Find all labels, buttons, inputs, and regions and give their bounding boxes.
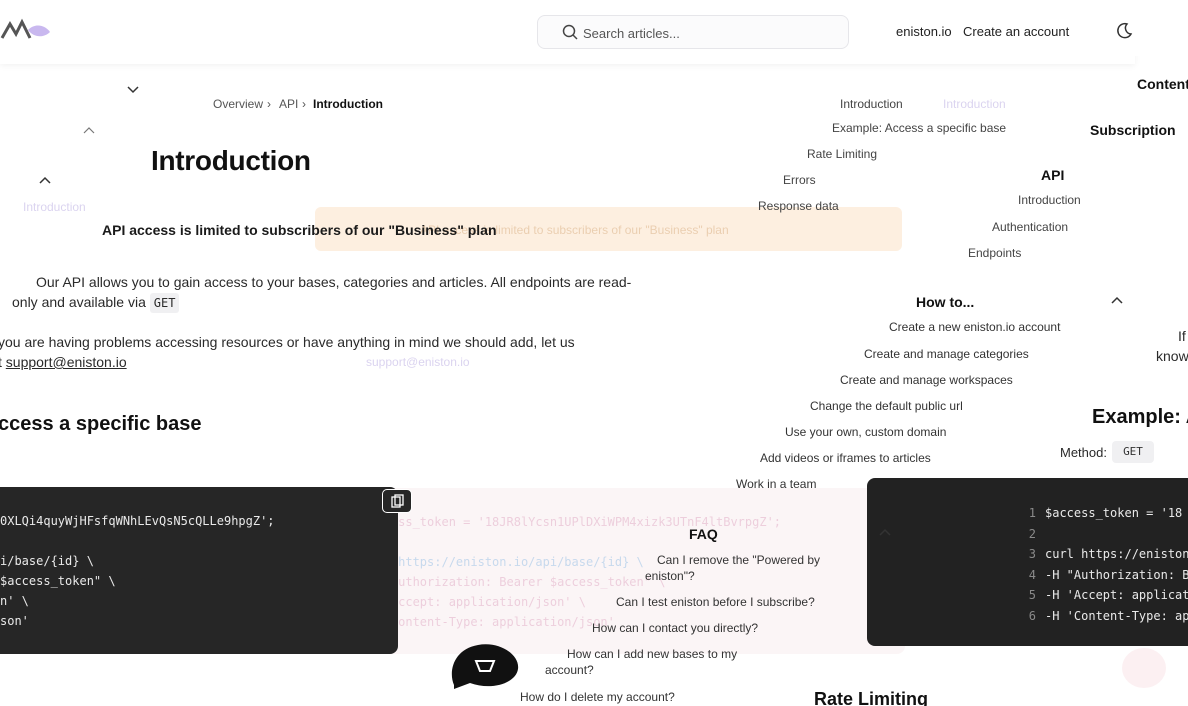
breadcrumb-current: Introduction [313,97,383,111]
howto-item[interactable]: Change the default public url [810,399,963,413]
faq-item[interactable]: Can I test eniston before I subscribe? [616,595,815,609]
example-heading-right: Example: A [1092,406,1188,428]
nav-api-endpoints[interactable]: Endpoints [968,246,1021,260]
contents-item-errors[interactable]: Errors [783,173,816,187]
code-line: -H 'Accept: application/jso [1045,588,1188,602]
code-line: i/base/{id} \ [0,554,94,568]
breadcrumb-sep: › [302,97,306,111]
code-lines: 0XLQi4quyWjHFsfqWNhLEvQsN5cQLLe9hpgZ'; i… [0,511,395,631]
notice-text: API access is limited to subscribers of … [102,222,497,238]
code-lines-right: $access_token = '18 curl https://eniston… [1045,503,1188,626]
contents-item-ghost[interactable]: Introduction [943,97,1006,111]
search-icon [562,24,578,40]
nav-api-introduction[interactable]: Introduction [1018,193,1081,207]
logo-icon[interactable] [0,16,52,46]
example-heading: ccess a specific base [0,413,202,435]
sidebar-item-faded[interactable]: Introduction [23,200,86,214]
line-number: 2 [1028,526,1036,541]
breadcrumb-api[interactable]: API [279,97,298,111]
notification-badge [1122,648,1166,688]
chevron-up-icon[interactable] [879,528,891,538]
code-line: $access_token = '18 [1045,506,1183,520]
intro-paragraph-line1: Our API allows you to gain access to you… [36,274,632,290]
code-line: 0XLQi4quyWjHFsfqWNhLEvQsN5cQLLe9hpgZ'; [0,514,275,528]
get-code-chip: GET [149,293,180,313]
faq-item[interactable]: Can I remove the "Powered by [657,553,820,567]
contents-heading: Content [1137,76,1188,92]
chevron-down-icon[interactable] [127,84,139,94]
page-title: Introduction [151,145,311,176]
top-header: eniston.io Create an account [0,0,1135,64]
howto-heading[interactable]: How to... [916,294,974,310]
chevron-up-icon[interactable] [1111,296,1123,306]
line-number: 1 [1028,506,1036,520]
method-chip: GET [1112,441,1154,463]
contents-item-example[interactable]: Example: Access a specific base [832,121,1006,135]
howto-item[interactable]: Work in a team [736,477,816,491]
rate-limiting-heading: Rate Limiting [814,689,929,706]
contents-item-rate-limiting[interactable]: Rate Limiting [807,147,877,161]
line-number: 4 [1028,567,1036,582]
api-heading[interactable]: API [1041,167,1064,183]
code-ghost-line: -H "Authorization: Bearer $access_token"… [362,575,666,589]
howto-item[interactable]: Create and manage workspaces [840,373,1013,387]
faq-heading[interactable]: FAQ [689,526,718,542]
chevron-up-icon[interactable] [83,126,95,136]
faq-item[interactable]: How do I delete my account? [520,690,675,704]
line-number: 6 [1028,608,1036,623]
code-line: -H 'Content-Type: application/ [1045,608,1188,623]
theme-toggle-icon[interactable] [1115,22,1133,40]
line-number: 5 [1028,588,1036,602]
code-line: son' [0,614,29,628]
search-input[interactable] [583,23,833,43]
intro-paragraph-line2: only and available via GET [12,292,180,313]
code-line: curl https://eniston.io/api [1045,547,1188,561]
code-line: n' \ [0,594,29,608]
howto-item[interactable]: Create and manage categories [864,347,1029,361]
code-line: $access_token" \ [0,574,116,588]
breadcrumb-overview[interactable]: Overview [213,97,263,111]
code-ghost-line: $access_token = '18JR8lYcsn1UPlDXiWPM4xi… [362,515,782,529]
support-paragraph-line1: you are having problems accessing resour… [0,334,575,350]
faq-item[interactable]: How can I contact you directly? [592,621,758,635]
right-paragraph-line2: know [1156,348,1188,364]
faq-item-cont[interactable]: eniston"? [645,569,695,583]
support-link-ghost[interactable]: support@eniston.io [366,355,470,369]
intro-paragraph-text: only and available via [12,294,150,310]
code-line: -H "Authorization: Beare [1045,567,1188,582]
header-edge [1135,0,1188,56]
support-email-link[interactable]: support@eniston.io [6,354,127,370]
copy-icon [391,494,404,508]
support-paragraph-line2: t support@eniston.io [0,352,127,372]
copy-code-button[interactable] [382,489,412,513]
contents-item-introduction[interactable]: Introduction [840,97,903,111]
contents-item-response-data[interactable]: Response data [758,199,839,213]
faq-item[interactable]: How can I add new bases to my [567,647,737,661]
line-numbers: 1 2 3 4 5 6 [1022,503,1036,626]
chat-icon[interactable] [448,641,522,691]
breadcrumb-sep: › [267,97,271,111]
howto-item[interactable]: Use your own, custom domain [785,425,946,439]
subscription-heading[interactable]: Subscription [1090,122,1176,138]
right-paragraph-line1: If y [1178,328,1188,344]
method-label: Method: [1060,445,1107,460]
code-ghost-line [362,532,781,552]
howto-item[interactable]: Add videos or iframes to articles [760,451,931,465]
nav-api-authentication[interactable]: Authentication [992,220,1068,234]
line-number: 3 [1028,547,1036,561]
create-account-link[interactable]: Create an account [963,24,1069,39]
code-ghost-lines: $access_token = '18JR8lYcsn1UPlDXiWPM4xi… [362,512,781,632]
howto-item[interactable]: Create a new eniston.io account [889,320,1060,334]
search-box[interactable] [537,15,849,49]
eniston-link[interactable]: eniston.io [896,24,952,39]
faq-item-cont[interactable]: account? [545,663,594,677]
chevron-up-icon[interactable] [39,176,51,186]
